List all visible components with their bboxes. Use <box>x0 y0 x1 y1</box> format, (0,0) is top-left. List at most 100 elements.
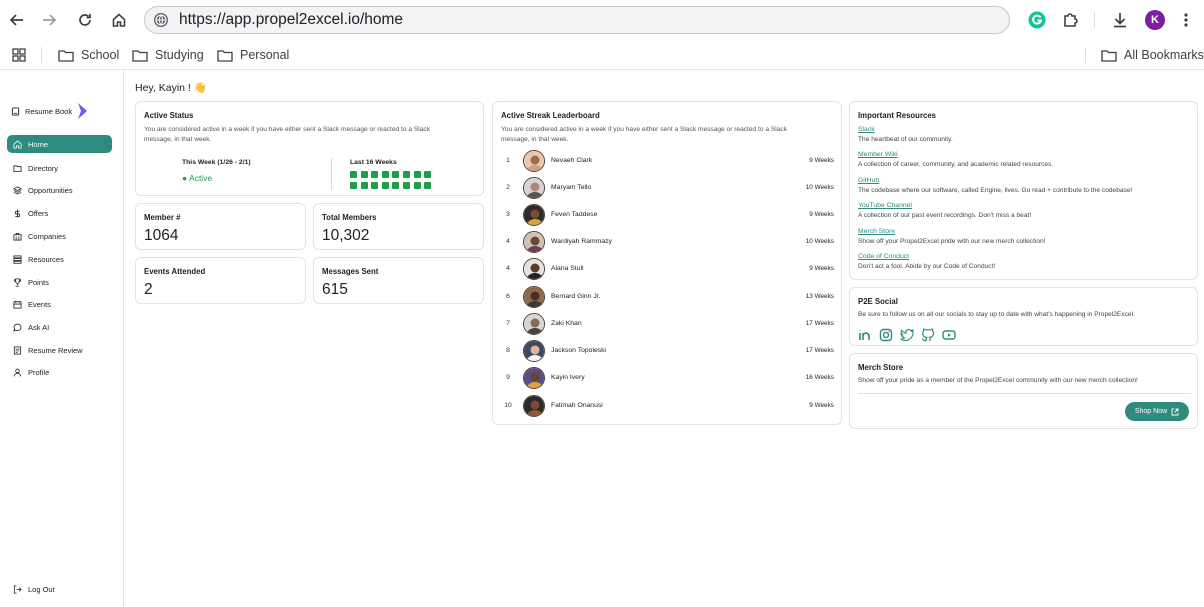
leaderboard-row[interactable]: 1 Nevaeh Clark 9 Weeks <box>501 149 835 173</box>
resource-link-github[interactable]: GitHub <box>858 177 879 184</box>
sidebar-item-label: Ask AI <box>28 322 50 332</box>
youtube-icon[interactable] <box>942 328 956 342</box>
avatar <box>523 340 545 362</box>
leaderboard-row[interactable]: 2 Maryam Tello 10 Weeks <box>501 176 835 200</box>
reload-button[interactable] <box>74 9 96 31</box>
leaderboard-row[interactable]: 4 Alana Stull 9 Weeks <box>501 257 835 281</box>
week-activity-square <box>381 181 389 189</box>
grammarly-icon <box>1028 11 1046 29</box>
member-name: Feven Taddese <box>551 211 598 218</box>
merch-store-card: Merch Store Show off your pride as a mem… <box>849 353 1198 429</box>
week-activity-square <box>381 171 389 178</box>
sidebar-item-offers[interactable]: Offers <box>7 204 112 222</box>
rank: 2 <box>506 184 510 191</box>
sidebar-item-home[interactable]: Home <box>7 135 112 153</box>
instagram-icon[interactable] <box>879 328 893 342</box>
resource-description: A collection of our past event recording… <box>858 212 1032 219</box>
leaderboard-row[interactable]: 8 Jackson Topoleski 17 Weeks <box>501 339 835 363</box>
resource-description: Show off your Propel2Excel pride with ou… <box>858 238 1046 245</box>
sidebar-item-points[interactable]: Points <box>7 273 112 291</box>
resource-link-code-of-conduct[interactable]: Code of Conduct <box>858 253 909 260</box>
brand-label: Resume Book <box>25 106 73 116</box>
downloads-button[interactable] <box>1109 9 1131 31</box>
resource-link-merch-store[interactable]: Merch Store <box>858 228 895 235</box>
resource-link-youtube[interactable]: YouTube Channel <box>858 202 912 209</box>
resource-link-member-wiki[interactable]: Member Wiki <box>858 151 898 158</box>
streak-weeks: 13 Weeks <box>805 293 834 300</box>
user-icon <box>13 368 22 376</box>
sidebar-item-label: Resume Review <box>28 345 83 355</box>
shop-now-button[interactable]: Shop Now <box>1125 402 1189 421</box>
bookmark-folder-personal[interactable]: Personal <box>217 44 289 66</box>
sidebar: Resume Book Home Directory Opportunities… <box>0 70 124 607</box>
linkedin-icon[interactable] <box>858 328 872 342</box>
sidebar-item-events[interactable]: Events <box>7 295 112 313</box>
leaderboard-row[interactable]: 3 Feven Taddese 9 Weeks <box>501 203 835 227</box>
resume-book-link[interactable]: Resume Book <box>11 103 88 119</box>
grammarly-extension-button[interactable] <box>1026 9 1048 31</box>
member-name: Wardiyah Rammazy <box>551 238 612 245</box>
home-icon <box>112 13 126 27</box>
sidebar-item-ask-ai[interactable]: Ask AI <box>7 318 112 336</box>
week-activity-square <box>424 181 432 189</box>
leaderboard-row[interactable]: 7 Zaki Khan 17 Weeks <box>501 312 835 336</box>
all-bookmarks-button[interactable]: All Bookmarks <box>1101 44 1204 66</box>
card-description: You are considered active in a week if y… <box>501 125 787 144</box>
important-resources-card: Important Resources Slack The heartbeat … <box>849 101 1198 280</box>
building-icon <box>13 232 22 241</box>
folder-icon <box>1101 49 1117 62</box>
bookmark-folder-school[interactable]: School <box>58 44 119 66</box>
url-text[interactable]: https://app.propel2excel.io/home <box>179 11 403 29</box>
forward-button[interactable] <box>38 9 60 31</box>
sidebar-item-directory[interactable]: Directory <box>7 159 112 177</box>
site-info-icon[interactable] <box>153 12 169 28</box>
home-browser-button[interactable] <box>108 9 130 31</box>
apps-button[interactable] <box>12 44 26 66</box>
social-description: Be sure to follow us on all our socials … <box>858 311 1135 318</box>
sidebar-item-label: Points <box>28 277 49 287</box>
extensions-button[interactable] <box>1060 9 1082 31</box>
leaderboard-row[interactable]: 10 Fatimah Onanusi 9 Weeks <box>501 394 835 418</box>
stat-label: Total Members <box>322 213 377 222</box>
sidebar-item-label: Resources <box>28 254 64 264</box>
sidebar-item-label: Events <box>28 299 51 309</box>
avatar <box>523 150 545 172</box>
desc-line: You are considered active in a week if y… <box>144 126 431 133</box>
streak-weeks: 17 Weeks <box>805 320 834 327</box>
sidebar-item-companies[interactable]: Companies <box>7 227 112 245</box>
browser-menu-button[interactable] <box>1175 9 1197 31</box>
folder-icon <box>13 164 22 172</box>
merch-description: Show off your pride as a member of the P… <box>858 377 1138 384</box>
back-button[interactable] <box>6 9 28 31</box>
rank: 4 <box>506 238 510 245</box>
shop-now-label: Shop Now <box>1134 408 1168 415</box>
week-activity-square <box>350 181 357 189</box>
sidebar-item-profile[interactable]: Profile <box>7 363 112 381</box>
leaderboard-row[interactable]: 9 Kayin Ivery 16 Weeks <box>501 366 835 390</box>
card-title: Merch Store <box>858 363 904 372</box>
profile-avatar[interactable]: K <box>1145 10 1165 30</box>
avatar <box>523 177 545 199</box>
last-16-weeks-label: Last 16 Weeks <box>350 159 397 166</box>
bookmark-folder-studying[interactable]: Studying <box>132 44 204 66</box>
leaderboard-row[interactable]: 6 Bernard Ginn Jr. 13 Weeks <box>501 285 835 309</box>
sidebar-item-label: Opportunities <box>28 185 73 195</box>
stat-card-messages-sent: Messages Sent 615 <box>313 257 484 304</box>
github-icon[interactable] <box>921 328 935 342</box>
resource-link-slack[interactable]: Slack <box>858 126 875 133</box>
avatar <box>523 313 545 335</box>
avatar <box>523 367 545 389</box>
logout-button[interactable]: Log Out <box>7 580 112 598</box>
resource-description: The codebase where our software, called … <box>858 187 1133 194</box>
leaderboard-row[interactable]: 4 Wardiyah Rammazy 10 Weeks <box>501 230 835 254</box>
sidebar-item-opportunities[interactable]: Opportunities <box>7 181 112 199</box>
twitter-icon[interactable] <box>900 328 914 342</box>
calendar-icon <box>13 300 22 309</box>
streak-weeks: 10 Weeks <box>805 238 834 245</box>
sidebar-item-resources[interactable]: Resources <box>7 250 112 268</box>
address-bar[interactable]: https://app.propel2excel.io/home <box>144 6 1010 34</box>
desc-line: message, in that week. <box>501 135 569 143</box>
avatar <box>523 231 545 253</box>
desc-line: message, in that week. <box>144 135 212 143</box>
sidebar-item-resume-review[interactable]: Resume Review <box>7 341 112 359</box>
